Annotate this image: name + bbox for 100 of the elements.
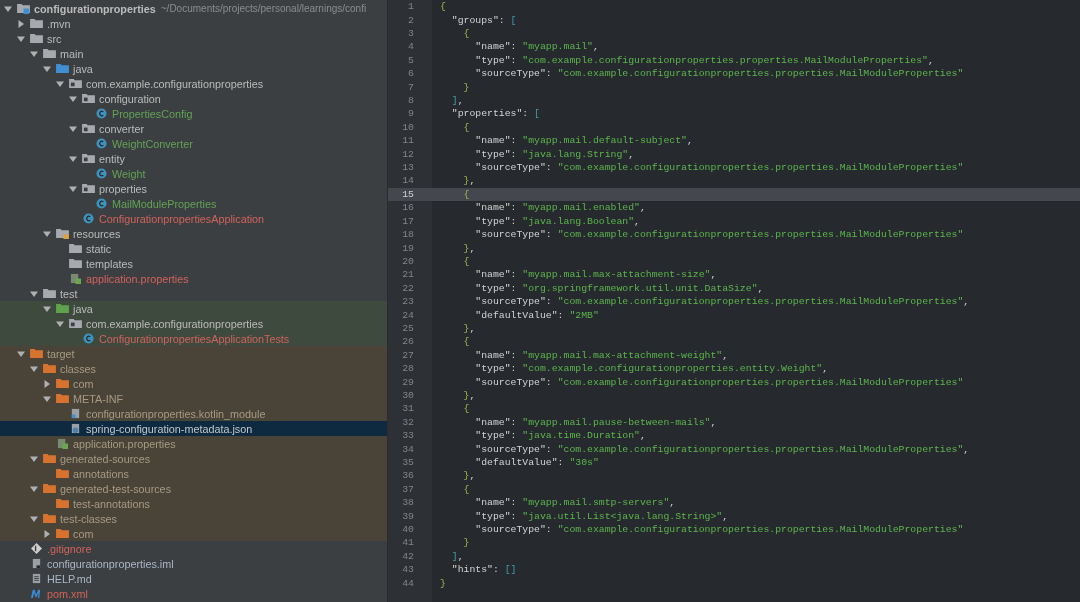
- tree-item[interactable]: generated-sources: [0, 451, 387, 466]
- code-line: "sourceType": "com.example.configurationproperties.properties.MailModuleProperties": [474, 68, 964, 80]
- code-line: "name": "myapp.mail.smtp-servers",: [474, 497, 676, 509]
- expanded-arrow-icon[interactable]: [17, 34, 25, 43]
- code-line: "type": "com.example.configurationproperties.entity.Weight",: [474, 363, 829, 375]
- tree-item[interactable]: com.example.configurationproperties: [0, 316, 387, 331]
- line-number: 40: [401, 524, 414, 536]
- code-line: "sourceType": "com.example.configurationproperties.properties.MailModuleProperties": [474, 524, 964, 536]
- line-number: 43: [401, 564, 414, 576]
- tree-item[interactable]: configurationproperties.iml: [0, 556, 387, 571]
- expanded-arrow-icon[interactable]: [4, 4, 12, 13]
- expanded-arrow-icon[interactable]: [30, 514, 38, 523]
- line-number: 11: [401, 135, 414, 147]
- tree-item[interactable]: main: [0, 46, 387, 61]
- code-line: "name": "myapp.mail.pause-between-mails",: [474, 416, 717, 428]
- expanded-arrow-icon[interactable]: [69, 124, 77, 133]
- tree-item[interactable]: PropertiesConfig: [0, 106, 387, 121]
- expanded-arrow-icon[interactable]: [43, 229, 51, 238]
- tree-item[interactable]: java: [0, 61, 387, 76]
- folder-icon: [43, 513, 56, 524]
- line-number: 24: [401, 309, 414, 321]
- tree-item[interactable]: .mvn: [0, 16, 387, 31]
- properties-file-icon: [69, 273, 82, 284]
- tree-item[interactable]: resources: [0, 226, 387, 241]
- code-line: },: [462, 175, 476, 187]
- tree-item[interactable]: com.example.configurationproperties: [0, 76, 387, 91]
- code-line: }: [440, 577, 446, 589]
- tree-item[interactable]: static: [0, 241, 387, 256]
- line-number: 42: [401, 550, 414, 562]
- code-line: {: [462, 28, 470, 39]
- tree-item[interactable]: configuration: [0, 91, 387, 106]
- expanded-arrow-icon[interactable]: [56, 319, 64, 328]
- tree-item[interactable]: configurationproperties ~/Documents/projects/personal/learnings/confi: [0, 1, 387, 16]
- tree-item[interactable]: classes: [0, 361, 387, 376]
- tree-item[interactable]: pom.xml: [0, 586, 387, 601]
- collapsed-arrow-icon[interactable]: [43, 529, 51, 538]
- tree-item[interactable]: application.properties: [0, 271, 387, 286]
- line-number: 23: [401, 296, 414, 308]
- folder-icon: [30, 18, 43, 29]
- expanded-arrow-icon[interactable]: [69, 154, 77, 163]
- line-number: 6: [407, 68, 414, 80]
- tree-item[interactable]: test-classes: [0, 511, 387, 526]
- code-line: "sourceType": "com.example.configurationproperties.properties.MailModuleProperties": [474, 229, 964, 241]
- expanded-arrow-icon[interactable]: [69, 94, 77, 103]
- tree-item[interactable]: test: [0, 286, 387, 301]
- tree-item[interactable]: annotations: [0, 466, 387, 481]
- line-number: 14: [401, 175, 414, 187]
- line-number: 44: [401, 577, 414, 589]
- expanded-arrow-icon[interactable]: [17, 349, 25, 358]
- tree-item[interactable]: ConfigurationpropertiesApplication: [0, 211, 387, 226]
- tree-item[interactable]: META-INF: [0, 391, 387, 406]
- code-line: "defaultValue": "2MB": [474, 309, 599, 321]
- expanded-arrow-icon[interactable]: [30, 49, 38, 58]
- line-number: 20: [401, 255, 414, 267]
- line-number: 35: [401, 457, 414, 468]
- tree-item[interactable]: entity: [0, 151, 387, 166]
- expanded-arrow-icon[interactable]: [69, 184, 77, 193]
- code-line: "sourceType": "com.example.configurationproperties.properties.MailModuleProperties": [474, 376, 964, 388]
- tree-item[interactable]: HELP.md: [0, 571, 387, 586]
- tree-item[interactable]: .gitignore: [0, 541, 387, 556]
- line-number: 34: [401, 443, 414, 455]
- folder-icon: [56, 528, 69, 539]
- line-number: 15: [401, 188, 414, 200]
- tree-item[interactable]: src: [0, 31, 387, 46]
- expanded-arrow-icon[interactable]: [30, 289, 38, 298]
- tree-item[interactable]: java: [0, 301, 387, 316]
- tree-item[interactable]: converter: [0, 121, 387, 136]
- folder-icon: [43, 363, 56, 374]
- tree-item[interactable]: application.properties: [0, 436, 387, 451]
- line-number: 27: [401, 349, 414, 361]
- collapsed-arrow-icon[interactable]: [17, 19, 25, 28]
- expanded-arrow-icon[interactable]: [43, 64, 51, 73]
- expanded-arrow-icon[interactable]: [43, 304, 51, 313]
- expanded-arrow-icon[interactable]: [43, 394, 51, 403]
- line-number: 41: [401, 537, 414, 549]
- tree-item[interactable]: configurationproperties.kotlin_module: [0, 406, 387, 421]
- expanded-arrow-icon[interactable]: [30, 484, 38, 493]
- expanded-arrow-icon[interactable]: [56, 79, 64, 88]
- code-line: "groups": [: [450, 14, 517, 26]
- tree-item[interactable]: test-annotations: [0, 496, 387, 511]
- expanded-arrow-icon[interactable]: [30, 454, 38, 463]
- tree-item[interactable]: WeightConverter: [0, 136, 387, 151]
- folder-icon: [43, 483, 56, 494]
- tree-item[interactable]: templates: [0, 256, 387, 271]
- code-line: "type": "java.time.Duration",: [474, 430, 646, 442]
- code-line: ],: [450, 550, 464, 562]
- expanded-arrow-icon[interactable]: [30, 364, 38, 373]
- line-number: 33: [401, 430, 414, 442]
- tree-item[interactable]: MailModuleProperties: [0, 196, 387, 211]
- tree-item[interactable]: Weight: [0, 166, 387, 181]
- tree-item[interactable]: properties: [0, 181, 387, 196]
- tree-item[interactable]: spring-configuration-metadata.json: [0, 421, 387, 436]
- tree-item[interactable]: target: [0, 346, 387, 361]
- tree-item[interactable]: generated-test-sources: [0, 481, 387, 496]
- code-line: },: [462, 322, 476, 334]
- tree-item[interactable]: ConfigurationpropertiesApplicationTests: [0, 331, 387, 346]
- resources-folder-icon: [56, 228, 69, 239]
- collapsed-arrow-icon[interactable]: [43, 379, 51, 388]
- tree-item[interactable]: com: [0, 526, 387, 541]
- tree-item[interactable]: com: [0, 376, 387, 391]
